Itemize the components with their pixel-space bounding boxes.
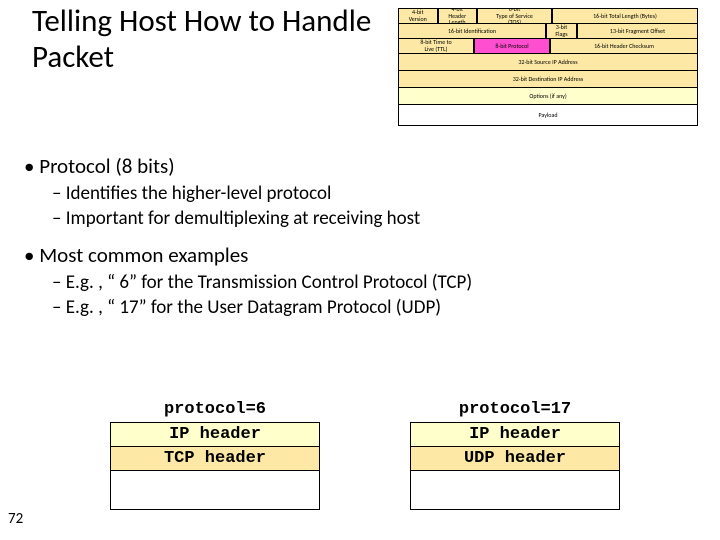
field-hlen: 4-bit Header Length (438, 8, 478, 24)
field-ttl: 8-bit Time to Live (TTL) (398, 38, 474, 54)
packet-udp-label: protocol=17 (410, 400, 620, 419)
bullet-examples-text: Most common examples (39, 242, 248, 268)
sub-bullet-2: – Important for demultiplexing at receiv… (52, 208, 696, 231)
field-flags: 3-bit Flags (546, 23, 577, 39)
slide: Telling Host How to Handle Packet 4-bit … (0, 0, 720, 540)
sub-bullet-3-text: E.g. , “ 6” for the Transmission Control… (66, 271, 472, 294)
ip-header-diagram: 4-bit Version 4-bit Header Length 8-bit … (398, 8, 698, 126)
bullet-examples: • Most common examples (24, 243, 696, 268)
sub-bullet-2-text: Important for demultiplexing at receivin… (66, 207, 421, 230)
packet-udp-l4-header: UDP header (410, 446, 620, 471)
bullet-protocol: • Protocol (8 bits) (24, 154, 696, 179)
packet-tcp-label: protocol=6 (110, 400, 320, 419)
sub-bullet-1-text: Identifies the higher-level protocol (66, 182, 332, 205)
packet-udp: protocol=17 IP header UDP header (410, 400, 620, 510)
field-protocol: 8-bit Protocol (474, 38, 550, 54)
packet-udp-payload (410, 470, 620, 510)
packet-udp-ip-header: IP header (410, 422, 620, 447)
packet-tcp-l4-header: TCP header (110, 446, 320, 471)
bullet-protocol-text: Protocol (8 bits) (39, 153, 174, 179)
packet-tcp-ip-header: IP header (110, 422, 320, 447)
field-payload: Payload (398, 104, 698, 126)
field-checksum: 16-bit Header Checksum (550, 38, 698, 54)
packet-tcp: protocol=6 IP header TCP header (110, 400, 320, 510)
field-version: 4-bit Version (398, 8, 438, 24)
field-src-ip: 32-bit Source IP Address (398, 53, 698, 71)
field-totlen: 16-bit Total Length (Bytes) (552, 8, 698, 24)
sub-bullet-4: – E.g. , “ 17” for the User Datagram Pro… (52, 297, 696, 320)
sub-bullet-4-text: E.g. , “ 17” for the User Datagram Proto… (66, 296, 441, 319)
field-frag: 13-bit Fragment Offset (577, 23, 698, 39)
page-number: 72 (8, 510, 23, 528)
sub-bullet-1: – Identifies the higher-level protocol (52, 183, 696, 206)
field-dst-ip: 32-bit Destination IP Address (398, 70, 698, 88)
body-text: • Protocol (8 bits) – Identifies the hig… (24, 152, 696, 322)
sub-bullet-3: – E.g. , “ 6” for the Transmission Contr… (52, 272, 696, 295)
packet-tcp-payload (110, 470, 320, 510)
field-ident: 16-bit Identification (398, 23, 546, 39)
field-options: Options (if any) (398, 87, 698, 105)
slide-title: Telling Host How to Handle Packet (32, 4, 402, 75)
field-tos: 8-bit Type of Service (TOS) (477, 8, 552, 24)
